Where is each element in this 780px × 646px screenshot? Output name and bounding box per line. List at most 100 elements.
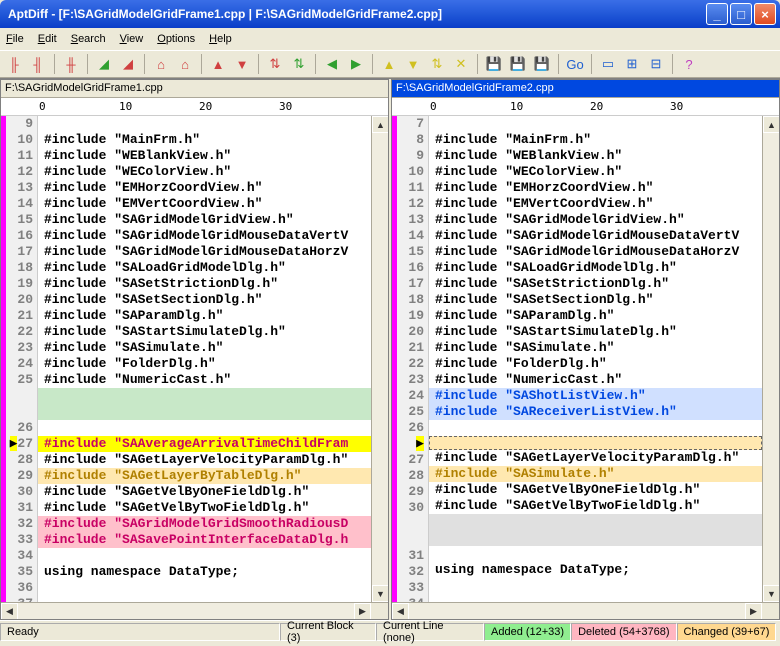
updown-red-icon[interactable]: ⇅ bbox=[265, 54, 285, 74]
scroll-up-icon[interactable]: ▲ bbox=[372, 116, 388, 133]
help-icon[interactable]: ? bbox=[679, 54, 699, 74]
code-line[interactable]: #include "SAGridModelGridSmoothRadiousD bbox=[38, 516, 371, 532]
code-line[interactable]: #include "EMHorzCoordView.h" bbox=[38, 180, 371, 196]
code-line[interactable]: #include "SAGetLayerByTableDlg.h" bbox=[38, 468, 371, 484]
code-line[interactable]: #include "SAGridModelGridMouseDataHorzV bbox=[429, 244, 762, 260]
code-line[interactable]: #include "SAGetVelByOneFieldDlg.h" bbox=[38, 484, 371, 500]
scroll-up-icon[interactable]: ▲ bbox=[763, 116, 779, 133]
align-both-icon[interactable]: ╫ bbox=[61, 54, 81, 74]
code-line[interactable]: #include "SAGridModelGridMouseDataVertV bbox=[429, 228, 762, 244]
code-line[interactable]: #include "WEColorView.h" bbox=[429, 164, 762, 180]
updown-yellow-icon[interactable]: ⇅ bbox=[427, 54, 447, 74]
down-yellow-icon[interactable]: ▼ bbox=[403, 54, 423, 74]
code-line[interactable] bbox=[38, 420, 371, 436]
pane-title[interactable]: F:\SAGridModelGridFrame1.cpp bbox=[1, 80, 388, 98]
layout1-icon[interactable]: ▭ bbox=[598, 54, 618, 74]
menu-file[interactable]: File bbox=[6, 33, 24, 45]
code-line[interactable]: #include "SALoadGridModelDlg.h" bbox=[429, 260, 762, 276]
code-line[interactable]: #include "SAGridModelGridView.h" bbox=[429, 212, 762, 228]
vertical-scrollbar[interactable]: ▲▼ bbox=[762, 116, 779, 602]
layout2-icon[interactable]: ⊞ bbox=[622, 54, 642, 74]
code-line[interactable]: #include "SASavePointInterfaceDataDlg.h bbox=[38, 532, 371, 548]
code-line[interactable]: #include "SAStartSimulateDlg.h" bbox=[38, 324, 371, 340]
go-icon[interactable]: Go bbox=[565, 54, 585, 74]
code-line[interactable]: #include "SAStartSimulateDlg.h" bbox=[429, 324, 762, 340]
down-red-icon[interactable]: ▼ bbox=[232, 54, 252, 74]
code-line[interactable]: #include "SAGetVelByTwoFieldDlg.h" bbox=[429, 498, 762, 514]
code-line[interactable]: #include "SASimulate.h" bbox=[38, 340, 371, 356]
code-area[interactable]: 7891011121314151617181920212223242526▶27… bbox=[392, 116, 762, 602]
align-left-icon[interactable]: ╟ bbox=[4, 54, 24, 74]
menu-view[interactable]: View bbox=[120, 33, 144, 45]
code-line[interactable]: #include "SASetStrictionDlg.h" bbox=[38, 276, 371, 292]
scroll-down-icon[interactable]: ▼ bbox=[763, 585, 779, 602]
house-left-icon[interactable]: ⌂ bbox=[151, 54, 171, 74]
house-right-icon[interactable]: ⌂ bbox=[175, 54, 195, 74]
save1-icon[interactable]: 💾 bbox=[484, 54, 504, 74]
code-line[interactable] bbox=[429, 594, 762, 602]
code-line[interactable]: #include "SAGridModelGridMouseDataHorzV bbox=[38, 244, 371, 260]
layout3-icon[interactable]: ⊟ bbox=[646, 54, 666, 74]
code-line[interactable]: #include "SAParamDlg.h" bbox=[429, 308, 762, 324]
code-line[interactable]: #include "FolderDlg.h" bbox=[429, 356, 762, 372]
left-green-icon[interactable]: ◀ bbox=[322, 54, 342, 74]
save2-icon[interactable]: 💾 bbox=[508, 54, 528, 74]
titlebar[interactable]: AptDiff - [F:\SAGridModelGridFrame1.cpp … bbox=[0, 0, 780, 28]
code-line[interactable] bbox=[38, 548, 371, 564]
code-line[interactable] bbox=[429, 530, 762, 546]
code-line[interactable] bbox=[38, 596, 371, 602]
horizontal-scrollbar[interactable]: ◀▶ bbox=[1, 602, 388, 619]
code-line[interactable] bbox=[429, 436, 762, 450]
scroll-left-icon[interactable]: ◀ bbox=[1, 603, 18, 620]
code-line[interactable]: #include "SAShotListView.h" bbox=[429, 388, 762, 404]
menu-search[interactable]: Search bbox=[71, 33, 106, 45]
code-line[interactable] bbox=[429, 116, 762, 132]
code-line[interactable]: #include "SASetSectionDlg.h" bbox=[38, 292, 371, 308]
code-line[interactable]: #include "SASimulate.h" bbox=[429, 340, 762, 356]
cross-yellow-icon[interactable]: ✕ bbox=[451, 54, 471, 74]
menu-edit[interactable]: Edit bbox=[38, 33, 57, 45]
code-line[interactable]: #include "SAGetLayerVelocityParamDlg.h" bbox=[38, 452, 371, 468]
code-line[interactable] bbox=[38, 388, 371, 404]
close-button[interactable]: × bbox=[754, 3, 776, 25]
mark-green-icon[interactable]: ◢ bbox=[94, 54, 114, 74]
code-line[interactable]: #include "MainFrm.h" bbox=[429, 132, 762, 148]
code-line[interactable]: #include "SAGridModelGridView.h" bbox=[38, 212, 371, 228]
up-red-icon[interactable]: ▲ bbox=[208, 54, 228, 74]
code-line[interactable]: #include "WEBlankView.h" bbox=[429, 148, 762, 164]
menu-help[interactable]: Help bbox=[209, 33, 232, 45]
code-line[interactable]: #include "SALoadGridModelDlg.h" bbox=[38, 260, 371, 276]
code-line[interactable]: #include "SAReceiverListView.h" bbox=[429, 404, 762, 420]
code-line[interactable]: #include "EMVertCoordView.h" bbox=[429, 196, 762, 212]
scroll-down-icon[interactable]: ▼ bbox=[372, 585, 388, 602]
vertical-scrollbar[interactable]: ▲▼ bbox=[371, 116, 388, 602]
scroll-right-icon[interactable]: ▶ bbox=[745, 603, 762, 620]
code-line[interactable]: #include "WEBlankView.h" bbox=[38, 148, 371, 164]
code-line[interactable]: #include "EMVertCoordView.h" bbox=[38, 196, 371, 212]
menu-options[interactable]: Options bbox=[157, 33, 195, 45]
code-line[interactable]: #include "SAAverageArrivalTimeChildFram bbox=[38, 436, 371, 452]
mark-red-icon[interactable]: ◢ bbox=[118, 54, 138, 74]
code-line[interactable]: #include "SAGetLayerVelocityParamDlg.h" bbox=[429, 450, 762, 466]
up-yellow-icon[interactable]: ▲ bbox=[379, 54, 399, 74]
align-right-icon[interactable]: ╢ bbox=[28, 54, 48, 74]
code-line[interactable]: #include "SAGridModelGridMouseDataVertV bbox=[38, 228, 371, 244]
code-line[interactable]: #include "SASetStrictionDlg.h" bbox=[429, 276, 762, 292]
scroll-right-icon[interactable]: ▶ bbox=[354, 603, 371, 620]
updown-green-icon[interactable]: ⇅ bbox=[289, 54, 309, 74]
code-line[interactable]: #include "SAParamDlg.h" bbox=[38, 308, 371, 324]
code-line[interactable] bbox=[38, 404, 371, 420]
code-line[interactable]: #include "FolderDlg.h" bbox=[38, 356, 371, 372]
code-line[interactable]: #include "EMHorzCoordView.h" bbox=[429, 180, 762, 196]
code-line[interactable]: #include "MainFrm.h" bbox=[38, 132, 371, 148]
scroll-left-icon[interactable]: ◀ bbox=[392, 603, 409, 620]
code-line[interactable]: #include "SASetSectionDlg.h" bbox=[429, 292, 762, 308]
code-line[interactable] bbox=[429, 578, 762, 594]
code-area[interactable]: 91011121314151617181920212223242526▶2728… bbox=[1, 116, 371, 602]
pane-title[interactable]: F:\SAGridModelGridFrame2.cpp bbox=[392, 80, 779, 98]
code-line[interactable]: #include "NumericCast.h" bbox=[38, 372, 371, 388]
code-line[interactable] bbox=[38, 580, 371, 596]
maximize-button[interactable]: □ bbox=[730, 3, 752, 25]
code-line[interactable]: #include "WEColorView.h" bbox=[38, 164, 371, 180]
code-line[interactable]: #include "NumericCast.h" bbox=[429, 372, 762, 388]
